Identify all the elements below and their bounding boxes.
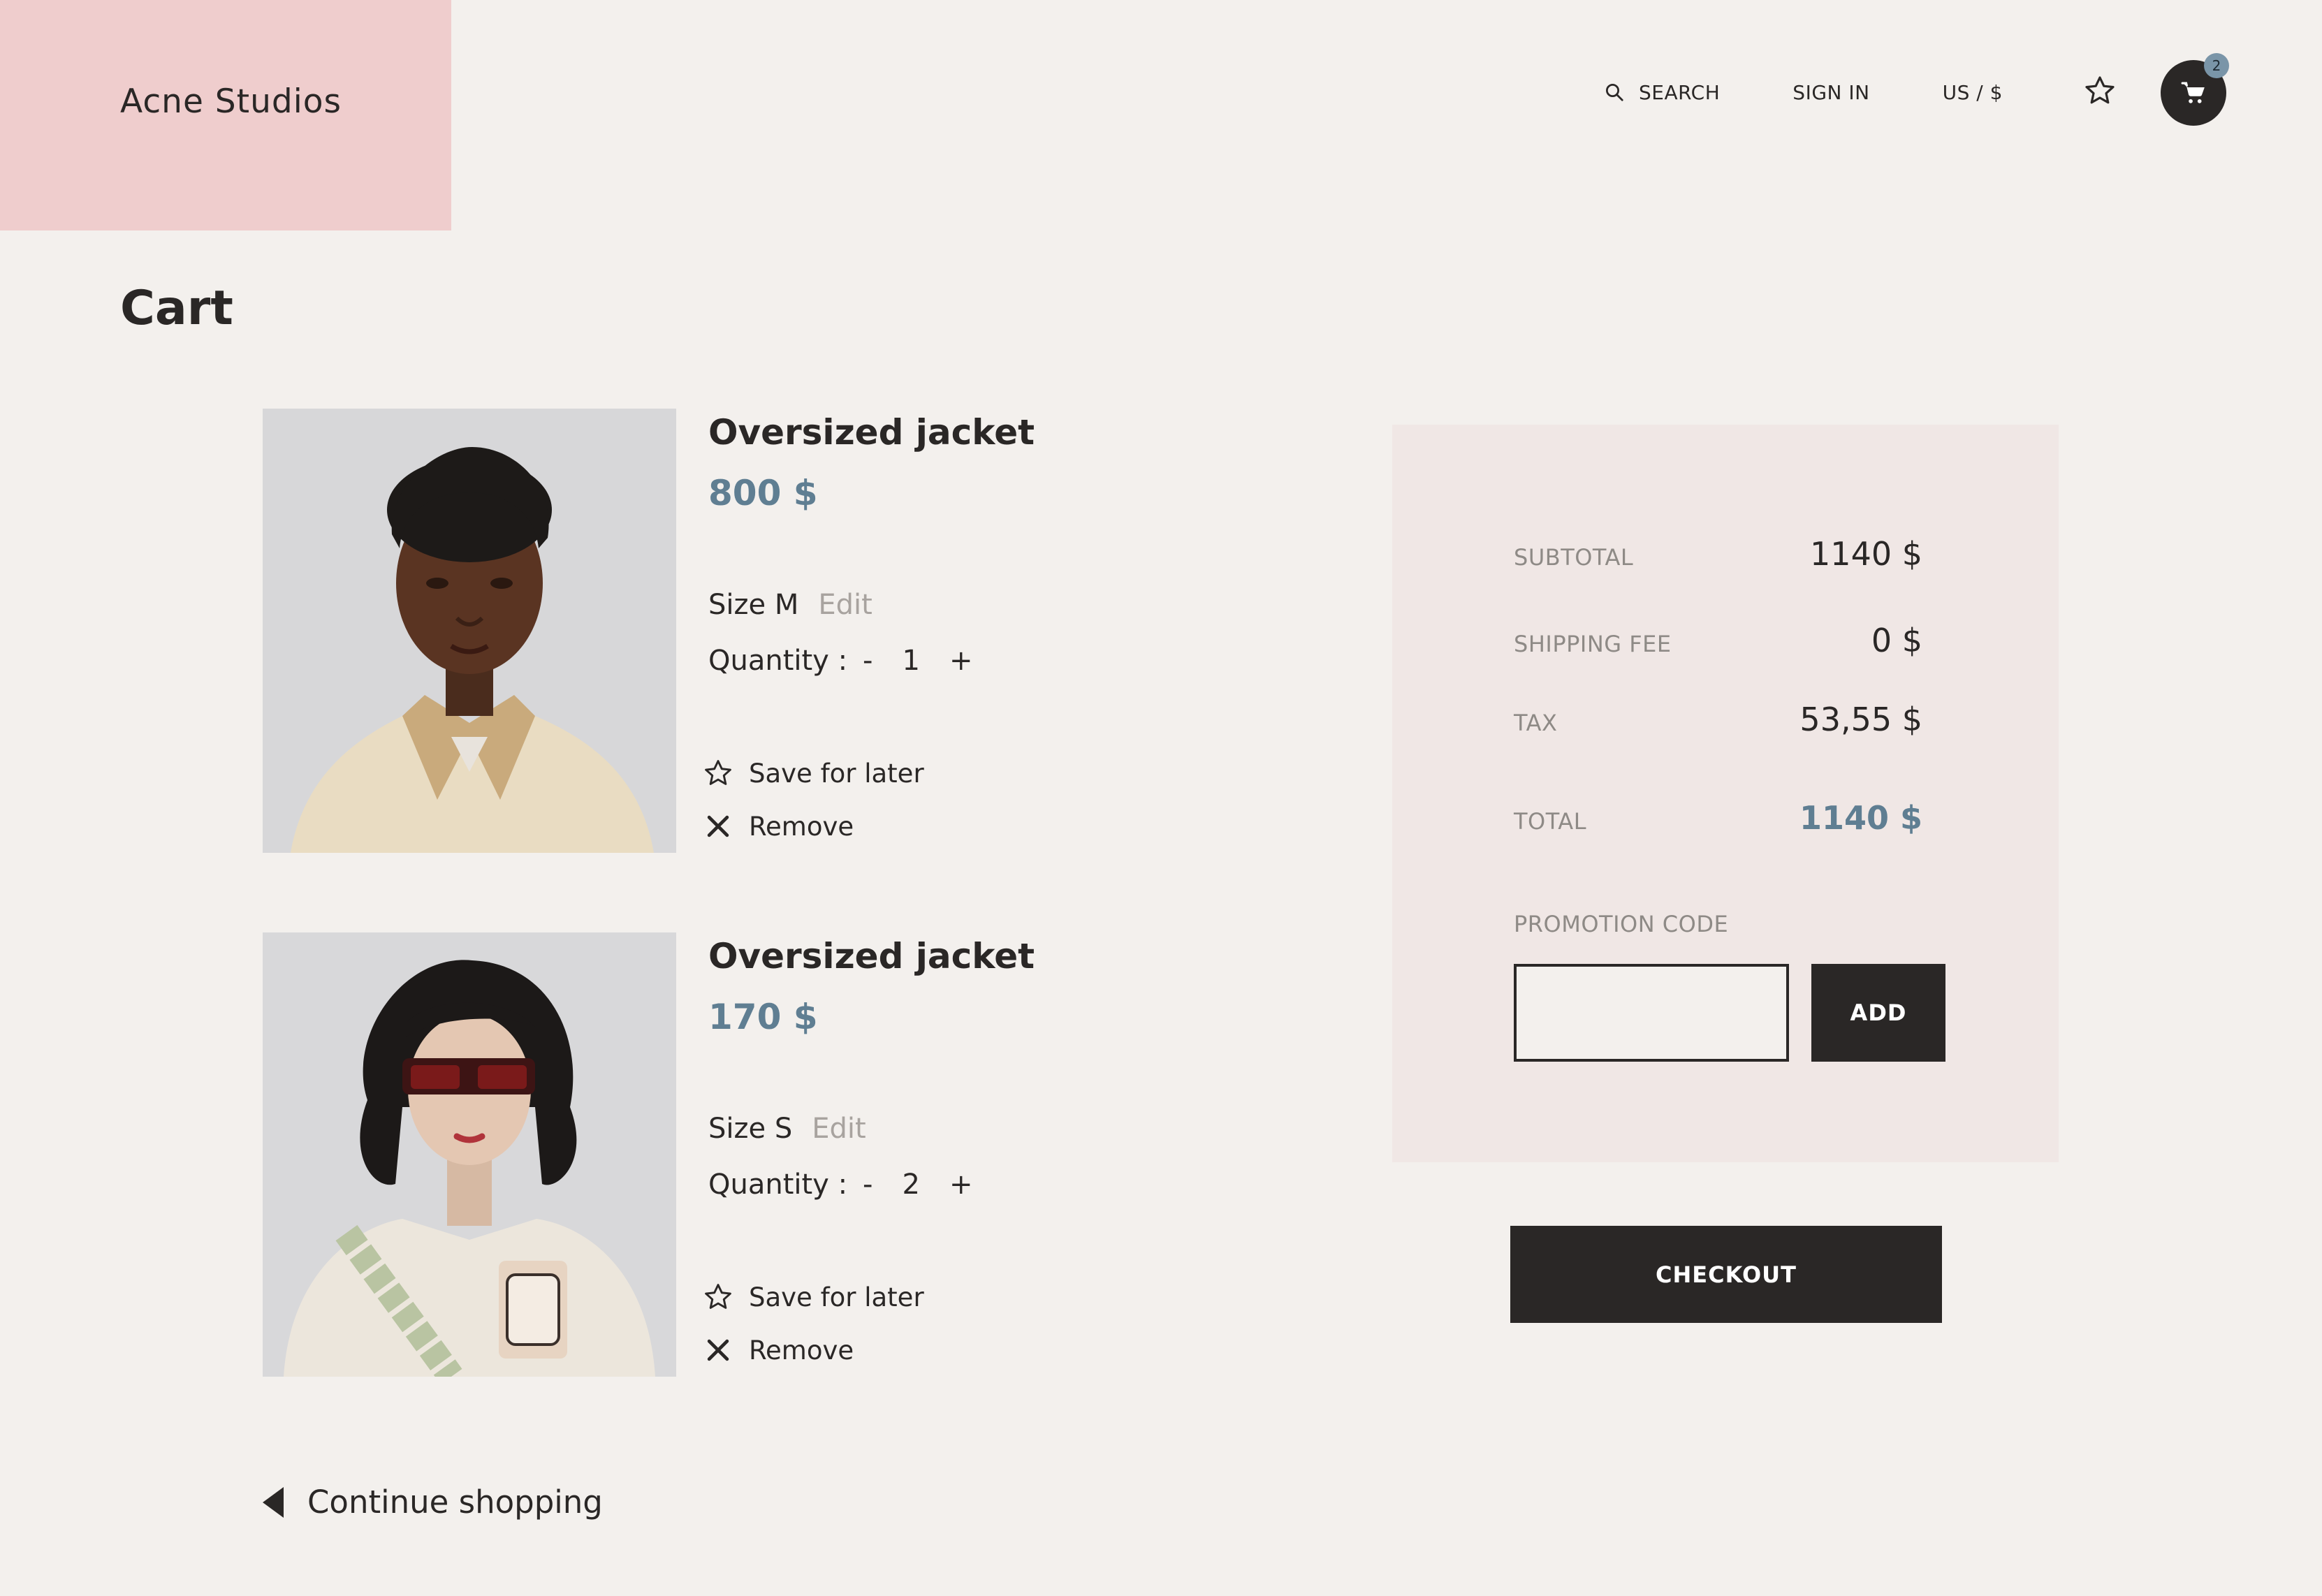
search-icon (1606, 84, 1623, 101)
quantity-stepper: Quantity : - 2 + (708, 1169, 981, 1201)
quantity-increase-button[interactable]: + (941, 645, 981, 677)
search-button[interactable]: SEARCH (1604, 81, 1720, 104)
shipping-fee-row: SHIPPING FEE 0 $ (1514, 622, 1922, 659)
shipping-fee-label: SHIPPING FEE (1514, 631, 1672, 657)
size-row: Size S Edit (708, 1113, 866, 1145)
product-name[interactable]: Oversized jacket (708, 412, 1035, 453)
promotion-code-input[interactable] (1514, 964, 1789, 1062)
size-label: Size M (708, 589, 799, 621)
promotion-code-label: PROMOTION CODE (1514, 911, 1729, 937)
edit-size-link[interactable]: Edit (812, 1113, 866, 1145)
quantity-decrease-button[interactable]: - (854, 645, 881, 677)
order-summary-panel: SUBTOTAL 1140 $ SHIPPING FEE 0 $ TAX 53,… (1392, 425, 2059, 1162)
save-for-later-button[interactable]: Save for later (703, 1282, 924, 1312)
product-image[interactable] (263, 409, 676, 853)
remove-label: Remove (749, 1335, 854, 1366)
quantity-label: Quantity : (708, 645, 848, 677)
star-icon (2085, 76, 2115, 104)
quantity-decrease-button[interactable]: - (854, 1169, 881, 1201)
total-label: TOTAL (1514, 808, 1587, 835)
close-icon (707, 1339, 729, 1361)
product-photo-man (263, 409, 676, 853)
top-nav: SEARCH SIGN IN US / $ (1604, 75, 2003, 109)
caret-left-icon (263, 1486, 284, 1518)
tax-value: 53,55 $ (1799, 701, 1922, 738)
quantity-stepper: Quantity : - 1 + (708, 645, 981, 677)
brand-logo[interactable]: Acne Studios (120, 82, 342, 121)
close-icon (707, 815, 729, 837)
quantity-increase-button[interactable]: + (941, 1169, 981, 1201)
cart-count-badge: 2 (2204, 53, 2229, 78)
add-promotion-button[interactable]: ADD (1811, 964, 1945, 1062)
remove-label: Remove (749, 811, 854, 842)
favorites-button[interactable] (2083, 74, 2117, 108)
star-icon (705, 760, 731, 785)
save-for-later-button[interactable]: Save for later (703, 758, 924, 789)
product-price: 170 $ (708, 997, 818, 1037)
search-label: SEARCH (1639, 80, 1721, 104)
quantity-label: Quantity : (708, 1169, 848, 1201)
tax-row: TAX 53,55 $ (1514, 701, 1922, 738)
subtotal-label: SUBTOTAL (1514, 544, 1634, 571)
shopping-cart-icon (2181, 82, 2205, 103)
subtotal-row: SUBTOTAL 1140 $ (1514, 535, 1922, 573)
continue-shopping-label: Continue shopping (307, 1484, 603, 1521)
subtotal-value: 1140 $ (1810, 535, 1922, 573)
product-name[interactable]: Oversized jacket (708, 936, 1035, 976)
size-label: Size S (708, 1113, 793, 1145)
quantity-value: 2 (902, 1169, 920, 1201)
page-title: Cart (120, 281, 233, 336)
save-for-later-label: Save for later (749, 1282, 924, 1312)
shipping-fee-value: 0 $ (1871, 622, 1922, 659)
region-selector[interactable]: US / $ (1943, 81, 2003, 104)
total-row: TOTAL 1140 $ (1514, 799, 1922, 837)
logo-block[interactable]: Acne Studios (0, 0, 451, 230)
cart-item: Oversized jacket 170 $ Size S Edit Quanti… (263, 932, 1035, 1377)
product-price: 800 $ (708, 473, 818, 513)
save-for-later-label: Save for later (749, 758, 924, 789)
star-icon (705, 1284, 731, 1309)
size-row: Size M Edit (708, 589, 872, 621)
edit-size-link[interactable]: Edit (818, 589, 872, 621)
continue-shopping-link[interactable]: Continue shopping (263, 1484, 603, 1521)
product-image[interactable] (263, 932, 676, 1377)
total-value: 1140 $ (1799, 799, 1922, 837)
product-photo-woman (263, 932, 676, 1377)
remove-button[interactable]: Remove (703, 1335, 854, 1366)
sign-in-link[interactable]: SIGN IN (1792, 81, 1869, 104)
quantity-value: 1 (902, 645, 920, 677)
tax-label: TAX (1514, 710, 1558, 736)
cart-item: Oversized jacket 800 $ Size M Edit Quanti… (263, 409, 1035, 853)
checkout-button[interactable]: CHECKOUT (1510, 1226, 1942, 1323)
remove-button[interactable]: Remove (703, 811, 854, 842)
